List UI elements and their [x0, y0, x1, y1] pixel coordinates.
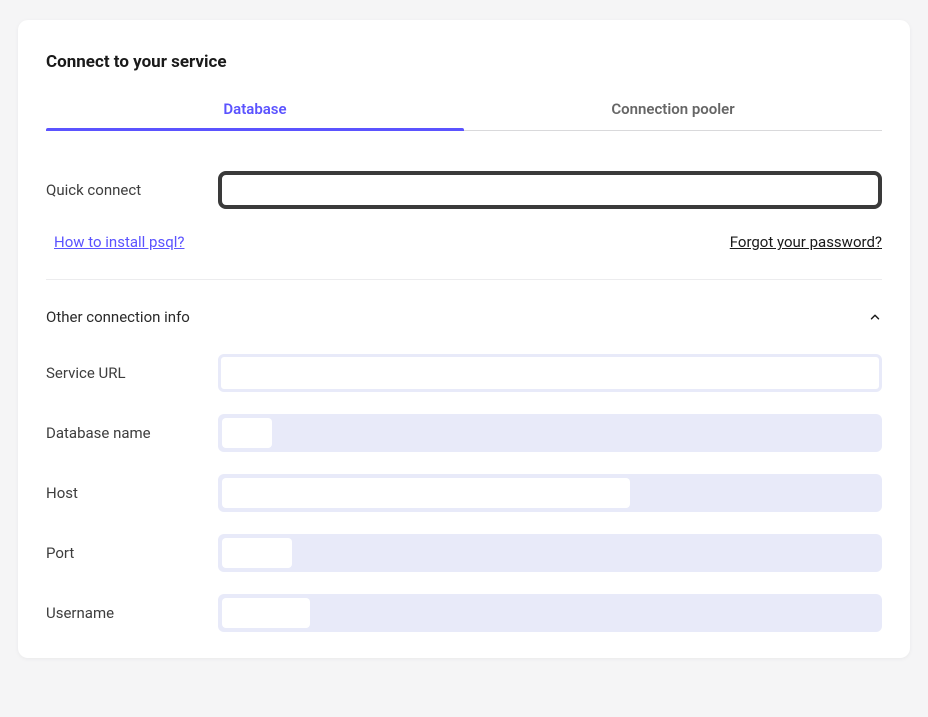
- database-name-label: Database name: [46, 424, 218, 442]
- chevron-up-icon: [868, 310, 882, 324]
- port-field[interactable]: [218, 534, 882, 572]
- card-title: Connect to your service: [46, 52, 882, 72]
- username-label: Username: [46, 604, 218, 622]
- other-info-toggle[interactable]: Other connection info: [46, 308, 882, 326]
- tab-database[interactable]: Database: [46, 100, 464, 130]
- divider: [46, 279, 882, 280]
- database-name-row: Database name: [46, 414, 882, 452]
- host-field[interactable]: [218, 474, 882, 512]
- quick-connect-input[interactable]: [218, 171, 882, 209]
- quick-connect-label: Quick connect: [46, 181, 218, 199]
- links-row: How to install psql? Forgot your passwor…: [46, 233, 882, 251]
- forgot-password-link[interactable]: Forgot your password?: [730, 233, 882, 251]
- port-label: Port: [46, 544, 218, 562]
- install-psql-link[interactable]: How to install psql?: [54, 233, 184, 251]
- tabs: Database Connection pooler: [46, 100, 882, 131]
- username-field[interactable]: [218, 594, 882, 632]
- connect-card: Connect to your service Database Connect…: [18, 20, 910, 658]
- service-url-row: Service URL: [46, 354, 882, 392]
- other-info-title: Other connection info: [46, 308, 190, 326]
- username-row: Username: [46, 594, 882, 632]
- service-url-field[interactable]: [218, 354, 882, 392]
- service-url-label: Service URL: [46, 364, 218, 382]
- port-row: Port: [46, 534, 882, 572]
- tab-connection-pooler[interactable]: Connection pooler: [464, 100, 882, 130]
- quick-connect-row: Quick connect: [46, 171, 882, 209]
- database-name-field[interactable]: [218, 414, 882, 452]
- host-label: Host: [46, 484, 218, 502]
- host-row: Host: [46, 474, 882, 512]
